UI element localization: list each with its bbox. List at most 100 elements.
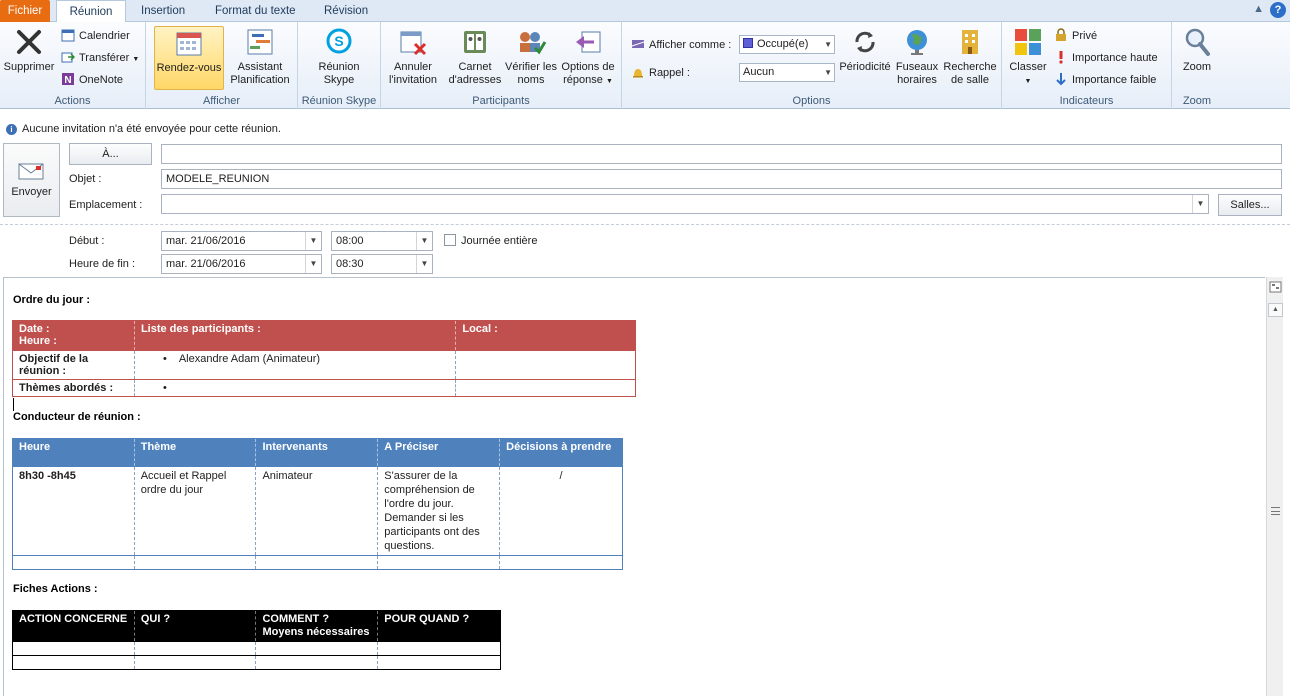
table-cell xyxy=(12,655,135,670)
table-cell: Thèmes abordés : xyxy=(12,379,135,397)
divider xyxy=(0,224,1290,225)
table-row: ACTION CONCERNE QUI ? COMMENT ? Moyens né… xyxy=(12,610,501,642)
rappel-value: Aucun xyxy=(743,66,775,78)
supprimer-button[interactable]: Supprimer xyxy=(0,26,58,90)
location-input[interactable]: ▼ xyxy=(161,194,1209,214)
tab-insertion[interactable]: Insertion xyxy=(131,0,195,22)
vertical-scrollbar[interactable]: ▲ xyxy=(1266,277,1283,696)
to-input[interactable] xyxy=(161,144,1282,164)
assistant-label: Assistant Planification xyxy=(230,61,290,86)
skype-icon: S xyxy=(326,28,352,54)
tab-format-texte[interactable]: Format du texte xyxy=(205,0,306,22)
annuler-invitation-button[interactable]: Annuler l'invitation xyxy=(385,26,441,90)
ruler-toggle-icon[interactable] xyxy=(1269,281,1282,293)
table-header: A Préciser xyxy=(377,438,501,467)
chevron-down-icon[interactable]: ▼ xyxy=(416,255,432,273)
delete-icon xyxy=(17,30,41,54)
zoom-button[interactable]: Zoom xyxy=(1176,26,1218,90)
salles-button[interactable]: Salles... xyxy=(1218,194,1282,216)
table-row: 8h30 -8h45 Accueil et Rappel ordre du jo… xyxy=(12,466,623,556)
table-cell: 8h30 -8h45 xyxy=(12,466,135,556)
assistant-planification-button[interactable]: Assistant Planification xyxy=(224,26,296,90)
cancel-invitation-icon xyxy=(400,31,427,56)
transferer-button[interactable]: Transférer ▼ xyxy=(61,49,139,67)
verifier-label: Vérifier les noms xyxy=(505,61,557,86)
room-finder-icon xyxy=(962,30,978,54)
tab-fichier[interactable]: Fichier xyxy=(0,0,50,22)
subject-input[interactable]: MODELE_REUNION xyxy=(161,169,1282,189)
end-time-value: 08:30 xyxy=(336,258,364,270)
calendrier-button[interactable]: Calendrier xyxy=(61,27,130,45)
fuseaux-horaires-button[interactable]: Fuseaux horaires xyxy=(892,26,942,90)
table-row: Heure Thème Intervenants A Préciser Déci… xyxy=(12,438,623,467)
scheduling-assistant-icon xyxy=(247,29,273,55)
text-cursor xyxy=(13,398,14,411)
start-date-input[interactable]: mar. 21/06/2016 ▼ xyxy=(161,231,322,251)
rendez-vous-button[interactable]: Rendez-vous xyxy=(154,26,224,90)
table-header: QUI ? xyxy=(134,610,257,642)
chevron-down-icon[interactable]: ▼ xyxy=(305,232,321,250)
collapse-ribbon-icon[interactable]: ▲ xyxy=(1253,3,1264,15)
carnet-adresses-button[interactable]: Carnet d'adresses xyxy=(447,26,503,90)
list-item xyxy=(163,382,449,394)
rendez-vous-label: Rendez-vous xyxy=(156,62,222,74)
importance-haute-button[interactable]: Importance haute xyxy=(1054,49,1158,67)
to-button[interactable]: À... xyxy=(69,143,152,165)
table-header: Heure xyxy=(12,438,135,467)
help-icon[interactable]: ? xyxy=(1270,2,1286,18)
transferer-label: Transférer xyxy=(79,52,130,64)
reunion-skype-button[interactable]: S Réunion Skype xyxy=(306,26,372,90)
categorize-icon xyxy=(1015,29,1041,55)
recherche-label: Recherche de salle xyxy=(943,61,997,86)
options-reponse-button[interactable]: Options de réponse ▼ xyxy=(555,26,621,90)
prive-button[interactable]: Privé xyxy=(1054,27,1097,45)
table-header: Intervenants xyxy=(255,438,379,467)
afficher-comme-label: Afficher comme : xyxy=(649,39,732,51)
table-cell xyxy=(499,555,623,570)
table-cell xyxy=(255,555,379,570)
scroll-up-icon[interactable]: ▲ xyxy=(1268,303,1283,317)
info-bar: i Aucune invitation n'a été envoyée pour … xyxy=(0,120,1290,138)
recherche-salle-button[interactable]: Recherche de salle xyxy=(940,26,1000,90)
end-date-input[interactable]: mar. 21/06/2016 ▼ xyxy=(161,254,322,274)
table-cell xyxy=(377,641,501,656)
verifier-noms-button[interactable]: Vérifier les noms xyxy=(505,26,557,90)
table-header: COMMENT ? Moyens nécessaires xyxy=(255,610,379,642)
tab-reunion[interactable]: Réunion xyxy=(56,0,126,23)
high-importance-icon xyxy=(1059,51,1063,64)
end-time-input[interactable]: 08:30 ▼ xyxy=(331,254,433,274)
ordre-du-jour-title: Ordre du jour : xyxy=(13,294,90,306)
chevron-down-icon[interactable]: ▼ xyxy=(1192,195,1208,213)
start-time-input[interactable]: 08:00 ▼ xyxy=(331,231,433,251)
rappel-label: Rappel : xyxy=(649,67,690,79)
table-cell xyxy=(455,350,636,380)
forward-icon xyxy=(61,52,75,63)
importance-faible-button[interactable]: Importance faible xyxy=(1054,71,1156,89)
low-importance-icon xyxy=(1056,73,1066,86)
scroll-thumb-grip[interactable] xyxy=(1271,507,1280,515)
group-participants: Annuler l'invitation Carnet d'adresses V… xyxy=(381,22,622,109)
globe-icon xyxy=(907,30,927,55)
send-envelope-icon xyxy=(18,163,43,180)
chevron-down-icon[interactable]: ▼ xyxy=(416,232,432,250)
table-cell: S'assurer de la compréhension de l'ordre… xyxy=(377,466,501,556)
table-header-date: Date : Heure : xyxy=(12,320,135,351)
response-options-icon xyxy=(576,31,601,53)
tab-revision[interactable]: Révision xyxy=(314,0,378,22)
rappel-select[interactable]: Aucun ▼ xyxy=(739,63,835,82)
importance-faible-label: Importance faible xyxy=(1072,74,1157,86)
start-date-value: mar. 21/06/2016 xyxy=(166,235,246,247)
periodicite-button[interactable]: Périodicité xyxy=(838,26,892,90)
onenote-label: OneNote xyxy=(79,74,124,86)
svg-text:N: N xyxy=(64,75,71,86)
onenote-button[interactable]: N OneNote xyxy=(61,71,123,89)
subject-value: MODELE_REUNION xyxy=(166,173,270,185)
chevron-down-icon[interactable]: ▼ xyxy=(305,255,321,273)
afficher-comme-select[interactable]: Occupé(e) ▼ xyxy=(739,35,835,54)
table-cell xyxy=(255,641,379,656)
classer-button[interactable]: Classer ▼ xyxy=(1008,26,1048,90)
table-cell xyxy=(12,555,135,570)
all-day-checkbox[interactable] xyxy=(444,234,456,246)
prive-label: Privé xyxy=(1072,30,1098,42)
envoyer-button[interactable]: Envoyer xyxy=(3,143,60,217)
